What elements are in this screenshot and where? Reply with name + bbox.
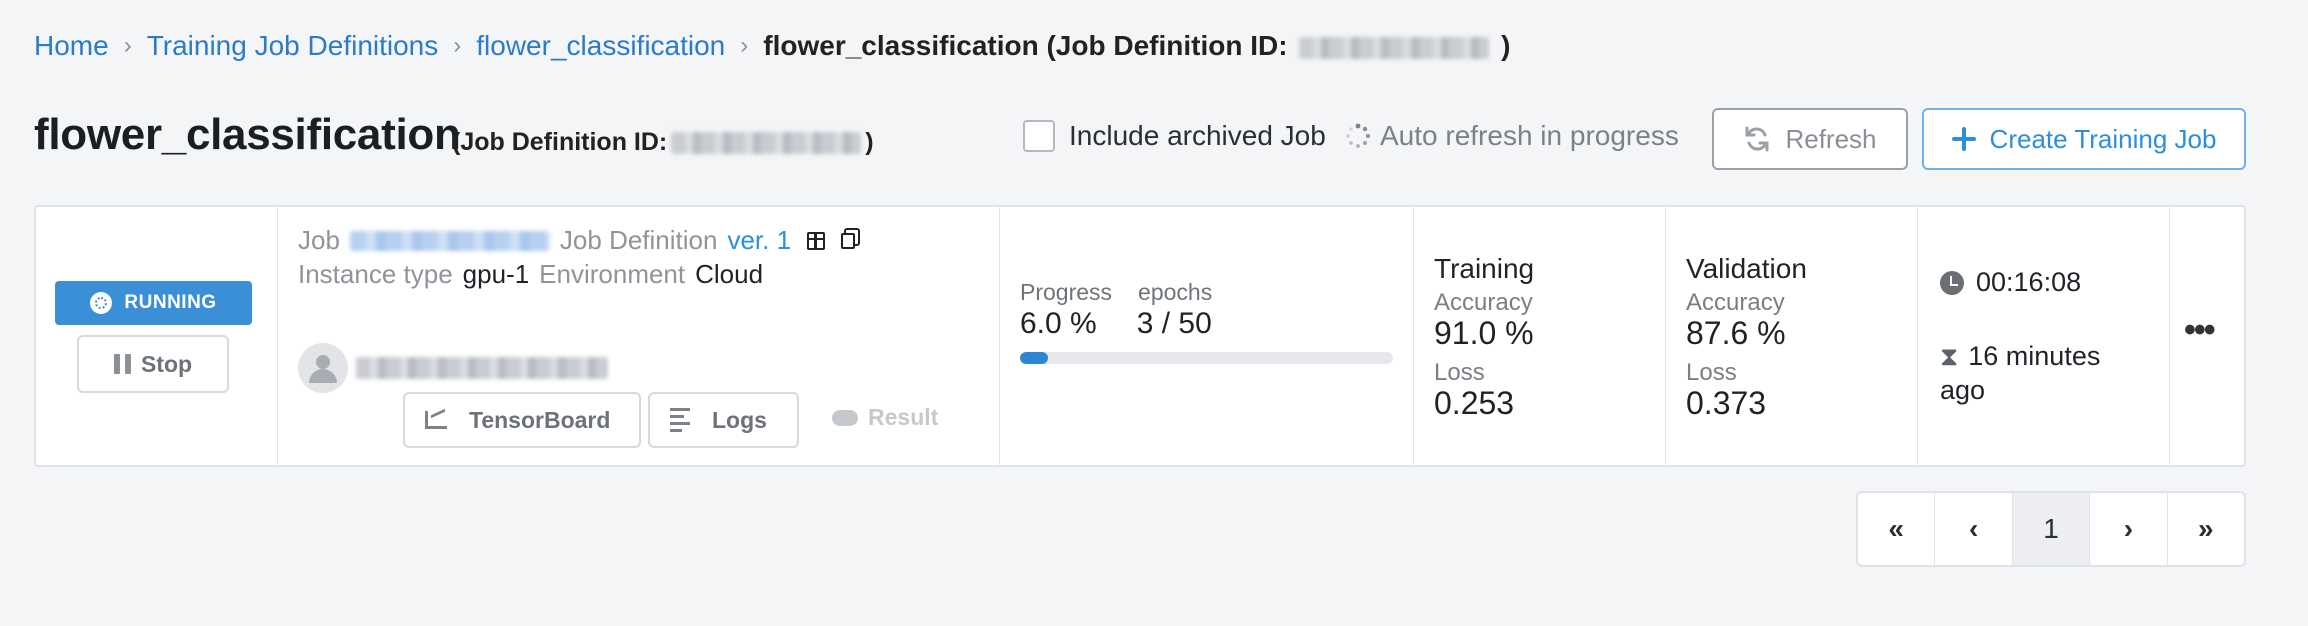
table-icon[interactable] (807, 231, 826, 250)
started-ago-text: 16 minutes ago (1940, 341, 2101, 405)
breadcrumb: Home › Training Job Definitions › flower… (34, 30, 1510, 62)
clock-icon (1940, 270, 1964, 295)
redacted-job-id[interactable] (349, 230, 550, 251)
job-card: RUNNING Stop Job Job Definition ver. 1 I… (34, 205, 2246, 467)
spinner-icon (1346, 123, 1371, 148)
tensorboard-label: TensorBoard (469, 406, 611, 433)
refresh-icon (1745, 126, 1769, 152)
avatar (298, 343, 348, 393)
status-label: RUNNING (124, 292, 217, 313)
instance-type-label: Instance type (298, 259, 453, 289)
breadcrumb-current: flower_classification (Job Definition ID… (763, 30, 1510, 62)
stop-label: Stop (140, 350, 193, 377)
progress-bar (1020, 352, 1393, 364)
started-ago: ⧗ 16 minutes ago (1940, 339, 2140, 407)
result-label: Result (868, 404, 939, 430)
environment-label: Environment (539, 259, 686, 289)
version-link[interactable]: ver. 1 (727, 225, 791, 256)
redacted-user-name (356, 357, 608, 379)
first-page-button[interactable]: « (1858, 493, 1936, 565)
next-page-button[interactable]: › (2090, 493, 2168, 565)
job-definition-id-label: (Job Definition ID: (452, 128, 668, 156)
include-archived-label: Include archived Job (1069, 120, 1326, 151)
result-button[interactable]: Result (832, 404, 938, 431)
actions-column: ••• (2170, 207, 2246, 465)
pagination: « ‹ 1 › » (1856, 491, 2246, 567)
training-accuracy-label: Accuracy (1434, 289, 1533, 316)
training-accuracy-value: 91.0 % (1434, 315, 1534, 351)
include-archived-checkbox[interactable] (1023, 120, 1055, 152)
page-title: flower_classification (34, 110, 461, 159)
more-options-icon[interactable]: ••• (2184, 311, 2216, 350)
progress-column: Progress epochs 6.0 % 3 / 50 (1000, 207, 1414, 465)
training-metrics-column: Training Accuracy 91.0 % Loss 0.253 (1414, 207, 1666, 465)
job-definition-id: (Job Definition ID: ) (452, 128, 874, 157)
chevron-right-icon: › (740, 32, 749, 59)
validation-loss-label: Loss (1686, 359, 1737, 386)
job-line: Job Job Definition ver. 1 (298, 225, 856, 256)
redacted-id (1299, 36, 1490, 59)
redacted-id (671, 131, 862, 154)
status-badge: RUNNING (55, 281, 252, 325)
auto-refresh-label: Auto refresh in progress (1380, 120, 1679, 151)
time-column: 00:16:08 ⧗ 16 minutes ago (1918, 207, 2170, 465)
epochs-label: epochs (1138, 279, 1213, 305)
epochs-value: 3 / 50 (1136, 307, 1212, 340)
progress-bar-fill (1020, 352, 1048, 364)
validation-loss-value: 0.373 (1686, 385, 1767, 421)
previous-page-button[interactable]: ‹ (1935, 493, 2013, 565)
validation-title: Validation (1686, 253, 1807, 284)
job-info-column: Job Job Definition ver. 1 Instance type … (278, 207, 1000, 465)
chevron-right-icon: › (123, 32, 132, 59)
last-page-button[interactable]: » (2168, 493, 2244, 565)
breadcrumb-training-job-definitions[interactable]: Training Job Definitions (147, 30, 439, 62)
progress-label: Progress (1020, 279, 1113, 305)
current-page-button[interactable]: 1 (2012, 493, 2091, 565)
copy-icon[interactable] (841, 232, 856, 249)
chevron-right-icon: › (453, 32, 462, 59)
status-column: RUNNING Stop (36, 207, 278, 465)
breadcrumb-home[interactable]: Home (34, 30, 109, 62)
logs-icon (670, 408, 690, 432)
training-loss-value: 0.253 (1434, 385, 1515, 421)
chart-icon (425, 411, 447, 429)
training-title: Training (1434, 253, 1535, 284)
include-archived-toggle[interactable]: Include archived Job (1023, 120, 1326, 152)
validation-metrics-column: Validation Accuracy 87.6 % Loss 0.373 (1666, 207, 1918, 465)
validation-accuracy-value: 87.6 % (1686, 315, 1786, 351)
instance-line: Instance type gpu-1 Environment Cloud (298, 259, 763, 290)
breadcrumb-definition[interactable]: flower_classification (476, 30, 725, 62)
refresh-label: Refresh (1785, 123, 1877, 154)
tensorboard-button[interactable]: TensorBoard (403, 392, 641, 448)
elapsed-time: 00:16:08 (1976, 267, 2082, 297)
validation-accuracy-label: Accuracy (1686, 289, 1785, 316)
breadcrumb-current-suffix: ) (1501, 30, 1511, 61)
refresh-button[interactable]: Refresh (1712, 108, 1908, 170)
running-icon (90, 292, 113, 314)
create-training-job-button[interactable]: Create Training Job (1922, 108, 2246, 170)
job-definition-label: Job Definition (559, 225, 718, 255)
logs-button[interactable]: Logs (648, 392, 799, 448)
stop-button[interactable]: Stop (77, 335, 229, 393)
job-label: Job (298, 225, 340, 255)
logs-label: Logs (712, 406, 767, 433)
plus-icon (1951, 127, 1976, 151)
progress-value: 6.0 % (1020, 307, 1097, 340)
pause-icon (113, 354, 131, 374)
environment-value: Cloud (695, 259, 764, 289)
breadcrumb-current-label: flower_classification (Job Definition ID… (763, 30, 1288, 61)
instance-type-value: gpu-1 (462, 259, 530, 289)
job-definition-id-suffix: ) (865, 128, 874, 156)
auto-refresh-status: Auto refresh in progress (1344, 120, 1679, 152)
cloud-download-icon (832, 409, 858, 426)
create-training-job-label: Create Training Job (1989, 123, 2217, 154)
training-loss-label: Loss (1434, 359, 1485, 386)
hourglass-icon: ⧗ (1940, 341, 1959, 371)
